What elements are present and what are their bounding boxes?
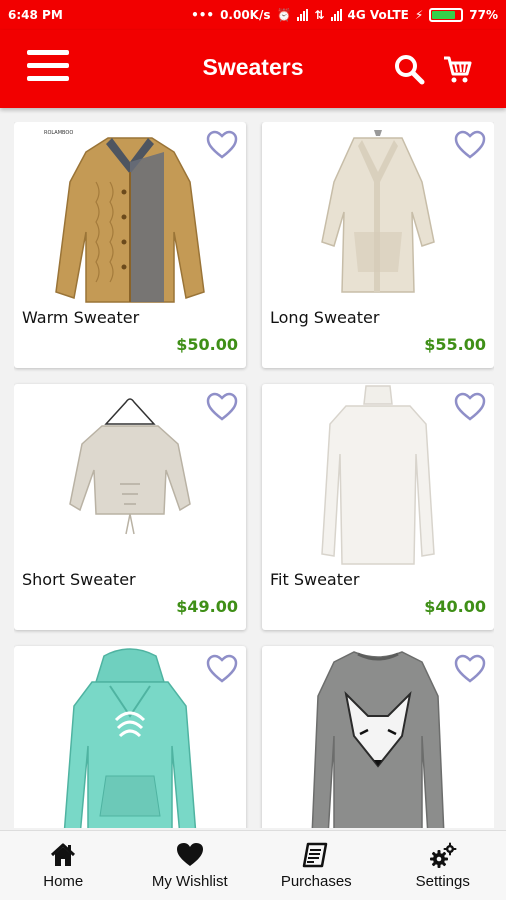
- battery-percent: 77%: [469, 8, 498, 22]
- favorite-heart-icon[interactable]: [206, 392, 238, 422]
- nav-label: My Wishlist: [151, 873, 228, 890]
- signal-icon: [297, 9, 309, 21]
- network-speed: 0.00K/s: [220, 8, 271, 22]
- status-bar: 6:48 PM ••• 0.00K/s ⏰ ⇅ 4G VoLTE ⚡ 77%: [0, 0, 506, 30]
- receipt-icon: [303, 842, 328, 868]
- dots-icon: •••: [191, 8, 215, 22]
- gears-icon: [429, 842, 457, 868]
- product-card[interactable]: Short Sweater $49.00: [14, 384, 246, 630]
- product-card[interactable]: [262, 646, 494, 828]
- nav-wishlist[interactable]: My Wishlist: [127, 831, 254, 900]
- product-price: $40.00: [424, 597, 486, 616]
- product-price: $49.00: [176, 597, 238, 616]
- nav-home[interactable]: Home: [0, 831, 127, 900]
- data-icon: ⇅: [314, 8, 325, 22]
- product-name: Long Sweater: [270, 308, 380, 327]
- favorite-heart-icon[interactable]: [206, 654, 238, 684]
- product-name: Warm Sweater: [22, 308, 140, 327]
- app-bar: Sweaters: [0, 30, 506, 108]
- heart-icon: [176, 843, 203, 866]
- home-icon: [51, 843, 76, 866]
- nav-label: Home: [43, 873, 84, 890]
- product-card[interactable]: ROLAMBOO Warm Sweater $50.00: [14, 122, 246, 368]
- page-title: Sweaters: [202, 54, 304, 80]
- favorite-heart-icon[interactable]: [454, 130, 486, 160]
- svg-text:ROLAMBOO: ROLAMBOO: [44, 130, 73, 136]
- status-indicators: ••• 0.00K/s ⏰ ⇅ 4G VoLTE ⚡ 77%: [191, 8, 498, 22]
- favorite-heart-icon[interactable]: [454, 654, 486, 684]
- search-icon[interactable]: [392, 52, 426, 86]
- product-card[interactable]: Long Sweater $55.00: [262, 122, 494, 368]
- favorite-heart-icon[interactable]: [206, 130, 238, 160]
- product-price: $55.00: [424, 335, 486, 354]
- nav-purchases[interactable]: Purchases: [253, 831, 380, 900]
- network-type: 4G VoLTE: [347, 8, 409, 22]
- nav-settings[interactable]: Settings: [380, 831, 506, 900]
- product-name: Short Sweater: [22, 570, 136, 589]
- hamburger-menu-icon[interactable]: [22, 50, 74, 90]
- favorite-heart-icon[interactable]: [454, 392, 486, 422]
- alarm-icon: ⏰: [276, 8, 292, 22]
- charging-icon: ⚡: [414, 8, 424, 22]
- product-card[interactable]: Fit Sweater $40.00: [262, 384, 494, 630]
- signal-icon: [330, 9, 342, 21]
- product-price: $50.00: [176, 335, 238, 354]
- nav-label: Purchases: [280, 873, 352, 890]
- product-card[interactable]: [14, 646, 246, 828]
- product-name: Fit Sweater: [270, 570, 360, 589]
- nav-label: Settings: [415, 873, 470, 890]
- battery-icon: [429, 8, 464, 22]
- bottom-navigation: Home My Wishlist Purchases Settings: [0, 830, 506, 900]
- cart-icon[interactable]: [440, 52, 474, 86]
- product-grid: ROLAMBOO Warm Sweater $50.00 Long Sweate…: [14, 122, 494, 828]
- status-time: 6:48 PM: [8, 8, 63, 22]
